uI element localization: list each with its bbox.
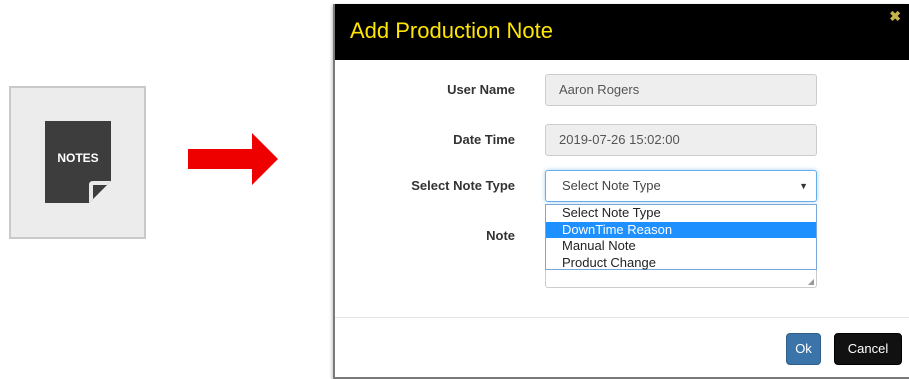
modal-title: Add Production Note [350, 18, 554, 43]
dropdown-option[interactable]: Manual Note [546, 238, 816, 255]
user-name-label: User Name [447, 82, 515, 97]
date-time-label: Date Time [453, 132, 515, 147]
add-production-note-modal: Add Production Note ✖ User Name Aaron Ro… [333, 4, 909, 379]
stage: NOTES Add Production Note ✖ User Name Aa… [0, 0, 909, 379]
note-type-label: Select Note Type [411, 178, 515, 193]
dropdown-option[interactable]: Select Note Type [546, 205, 816, 222]
ok-button[interactable]: Ok [786, 333, 821, 365]
dropdown-option[interactable]: DownTime Reason [546, 221, 816, 238]
cancel-button[interactable]: Cancel [834, 333, 902, 365]
note-textarea[interactable]: ◢ [545, 270, 817, 288]
date-time-field[interactable]: 2019-07-26 15:02:00 [545, 124, 817, 156]
note-type-dropdown: Select Note Type DownTime Reason Manual … [545, 204, 817, 270]
close-icon[interactable]: ✖ [889, 8, 901, 25]
right-arrow-icon [188, 133, 278, 185]
footer-divider [335, 317, 909, 318]
user-name-field[interactable]: Aaron Rogers [545, 74, 817, 106]
note-type-selected-value: Select Note Type [562, 178, 661, 193]
dropdown-option[interactable]: Product Change [546, 255, 816, 272]
modal-header: Add Production Note ✖ [335, 4, 909, 60]
chevron-down-icon: ▼ [799, 181, 808, 191]
note-type-select[interactable]: Select Note Type ▼ [545, 170, 817, 202]
notes-label: NOTES [57, 151, 99, 165]
notes-icon: NOTES [45, 121, 111, 203]
notes-button[interactable]: NOTES [9, 86, 146, 239]
resize-handle-icon[interactable]: ◢ [808, 277, 814, 286]
note-label: Note [486, 228, 515, 243]
